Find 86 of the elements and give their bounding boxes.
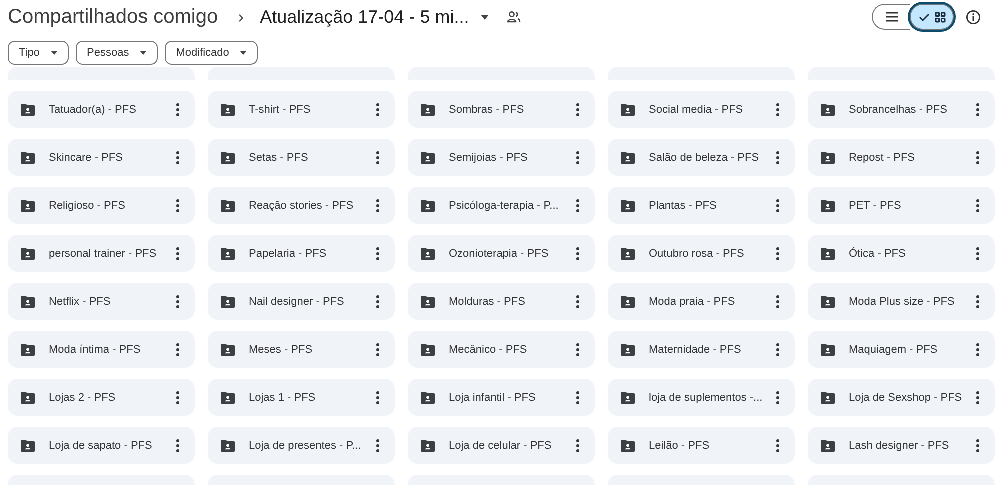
folder-card[interactable]: PET - PFS [808, 187, 995, 224]
folder-card[interactable]: Netflix - PFS [8, 283, 195, 320]
folder-name: loja de suplementos -... [649, 392, 764, 404]
folder-card[interactable]: Maquiagem - PFS [808, 331, 995, 368]
folder-name: Leilão - PFS [649, 440, 711, 452]
folder-card[interactable]: Semijoias - PFS [408, 139, 595, 176]
folder-card[interactable]: T-shirt - PFS [208, 91, 395, 128]
folder-card[interactable]: Setas - PFS [208, 139, 395, 176]
folder-card[interactable]: Outubro rosa - PFS [608, 235, 795, 272]
folder-card[interactable]: Nail designer - PFS [208, 283, 395, 320]
folder-card[interactable]: Leilão - PFS [608, 427, 795, 464]
folder-title-dropdown[interactable]: Atualização 17-04 - 5 mi... [260, 6, 490, 28]
folder-name: Loja de sapato - PFS [49, 440, 154, 452]
folder-card[interactable]: Ozonioterapia - PFS [408, 235, 595, 272]
folder-card[interactable]: Psicóloga-terapia - P... [408, 187, 595, 224]
folder-card[interactable]: Tatuador(a) - PFS [8, 91, 195, 128]
folder-name: Sombras - PFS [449, 104, 526, 116]
folder-card[interactable]: Reação stories - PFS [208, 187, 395, 224]
folder-card[interactable]: Salão de beleza - PFS [608, 139, 795, 176]
folder-name: Papelaria - PFS [249, 248, 328, 260]
folder-card[interactable]: Sobrancelhas - PFS [808, 91, 995, 128]
folder-name: Maternidade - PFS [649, 344, 742, 356]
folder-name: Nail designer - PFS [249, 296, 346, 308]
folder-card[interactable]: personal trainer - PFS [8, 235, 195, 272]
folder-card[interactable]: Mecânico - PFS [408, 331, 595, 368]
folder-card[interactable]: Molduras - PFS [408, 283, 595, 320]
folder-name: Meses - PFS [249, 344, 314, 356]
folder-name: T-shirt - PFS [249, 104, 312, 116]
folder-card[interactable]: Loja infantil - PFS [408, 379, 595, 416]
folder-card[interactable]: loja de suplementos -... [608, 379, 795, 416]
breadcrumb-link[interactable]: Compartilhados comigo [8, 6, 218, 28]
folder-name: Religioso - PFS [49, 200, 126, 212]
folder-card[interactable]: Sombras - PFS [408, 91, 595, 128]
folder-name: Moda praia - PFS [649, 296, 736, 308]
folder-card[interactable]: Papelaria - PFS [208, 235, 395, 272]
folder-name: Moda íntima - PFS [49, 344, 142, 356]
folder-name: Lojas 1 - PFS [249, 392, 317, 404]
folder-name: Netflix - PFS [49, 296, 112, 308]
folder-name: Plantas - PFS [649, 200, 718, 212]
folder-name: Psicóloga-terapia - P... [449, 200, 560, 212]
folder-name: Skincare - PFS [49, 152, 124, 164]
folder-card[interactable]: Lash designer - PFS [808, 427, 995, 464]
folder-name: Lash designer - PFS [849, 440, 950, 452]
folder-card[interactable]: Moda íntima - PFS [8, 331, 195, 368]
folder-card[interactable]: Loja de sapato - PFS [8, 427, 195, 464]
folder-name: Semijoias - PFS [449, 152, 529, 164]
folder-name: Moda Plus size - PFS [849, 296, 956, 308]
folder-name: Salão de beleza - PFS [649, 152, 760, 164]
folder-card[interactable]: Plantas - PFS [608, 187, 795, 224]
breadcrumb-separator: › [238, 6, 244, 28]
folder-name: Sobrancelhas - PFS [849, 104, 948, 116]
folder-card[interactable]: Ótica - PFS [808, 235, 995, 272]
folder-name: Reação stories - PFS [249, 200, 355, 212]
folder-card[interactable]: Skincare - PFS [8, 139, 195, 176]
folder-card[interactable]: Moda praia - PFS [608, 283, 795, 320]
folder-name: Loja de celular - PFS [449, 440, 553, 452]
folder-name: Loja de presentes - P... [249, 440, 362, 452]
folder-name: Maquiagem - PFS [849, 344, 939, 356]
folder-name: Ozonioterapia - PFS [449, 248, 550, 260]
folder-name: Tatuador(a) - PFS [49, 104, 138, 116]
folder-card[interactable]: Loja de celular - PFS [408, 427, 595, 464]
folder-card[interactable]: Lojas 1 - PFS [208, 379, 395, 416]
folder-card[interactable]: Religioso - PFS [8, 187, 195, 224]
folder-name: Social media - PFS [649, 104, 744, 116]
folder-name: Outubro rosa - PFS [649, 248, 746, 260]
folder-name: Ótica - PFS [849, 248, 907, 260]
folder-name: Loja infantil - PFS [449, 392, 537, 404]
folder-card[interactable]: Loja de Sexshop - PFS [808, 379, 995, 416]
folder-card[interactable]: Meses - PFS [208, 331, 395, 368]
folder-name: PET - PFS [849, 200, 902, 212]
folder-name: Repost - PFS [849, 152, 916, 164]
folder-card[interactable]: Lojas 2 - PFS [8, 379, 195, 416]
folder-card[interactable]: Social media - PFS [608, 91, 795, 128]
folder-card[interactable]: Repost - PFS [808, 139, 995, 176]
folder-name: Mecânico - PFS [449, 344, 528, 356]
folder-card[interactable]: Moda Plus size - PFS [808, 283, 995, 320]
folder-name: Molduras - PFS [449, 296, 526, 308]
filter-chip[interactable]: Pessoas [76, 41, 158, 65]
folder-card[interactable]: Maternidade - PFS [608, 331, 795, 368]
filter-chip[interactable]: Modificado [165, 41, 258, 65]
folder-name: personal trainer - PFS [49, 248, 158, 260]
filter-chip[interactable]: Tipo [8, 41, 69, 65]
folder-name: Loja de Sexshop - PFS [849, 392, 964, 404]
folder-name: Lojas 2 - PFS [49, 392, 117, 404]
folder-card[interactable]: Loja de presentes - P... [208, 427, 395, 464]
folder-name: Setas - PFS [249, 152, 310, 164]
